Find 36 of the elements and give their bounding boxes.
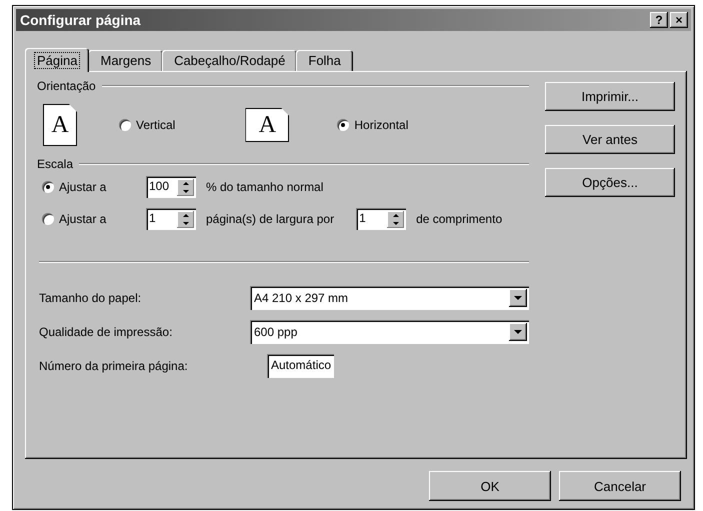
dropdown[interactable]: 600 ppp xyxy=(250,320,529,344)
group-label: Orientação xyxy=(37,79,96,93)
button[interactable]: Opções... xyxy=(545,168,675,197)
field-label: % do tamanho normal xyxy=(206,180,324,194)
field-label: de comprimento xyxy=(416,212,502,226)
cancel-button[interactable]: Cancelar xyxy=(559,471,681,501)
tab[interactable]: Página xyxy=(25,48,90,72)
field-label: Tamanho do papel: xyxy=(39,291,142,305)
radio-button[interactable]: Ajustar a xyxy=(42,212,146,226)
caret-icon xyxy=(514,296,522,300)
caret-icon xyxy=(514,330,522,334)
field-label: Número da primeira página: xyxy=(39,359,189,373)
spin-field[interactable]: 1 xyxy=(146,208,196,230)
tab[interactable]: Folha xyxy=(296,50,353,71)
spin-field[interactable]: 1 xyxy=(356,208,406,230)
tab[interactable]: Margens xyxy=(88,50,164,71)
ok-button[interactable]: OK xyxy=(429,471,551,501)
field-label: página(s) de largura por xyxy=(206,212,334,226)
portrait-page-icon: A xyxy=(43,104,77,146)
button[interactable]: Ver antes xyxy=(545,125,675,154)
close-button[interactable]: × xyxy=(670,12,688,28)
dropdown-button[interactable] xyxy=(509,289,527,307)
landscape-page-icon: A xyxy=(245,108,290,142)
window-title: Configurar página xyxy=(20,12,142,28)
radio-button[interactable]: Ajustar a xyxy=(42,180,146,194)
spin-field[interactable]: 100 xyxy=(146,176,196,198)
field-label: Qualidade de impressão: xyxy=(39,325,174,339)
radio-button[interactable]: Vertical xyxy=(119,118,176,132)
input-field[interactable]: Automático xyxy=(267,354,334,378)
group-label: Escala xyxy=(37,157,74,171)
button[interactable]: Imprimir... xyxy=(545,82,675,111)
radio-button[interactable]: Horizontal xyxy=(337,118,408,132)
help-button[interactable]: ? xyxy=(650,12,668,28)
dropdown[interactable]: A4 210 x 297 mm xyxy=(250,286,529,310)
tab[interactable]: Cabeçalho/Rodapé xyxy=(162,50,298,71)
dropdown-button[interactable] xyxy=(509,323,527,341)
